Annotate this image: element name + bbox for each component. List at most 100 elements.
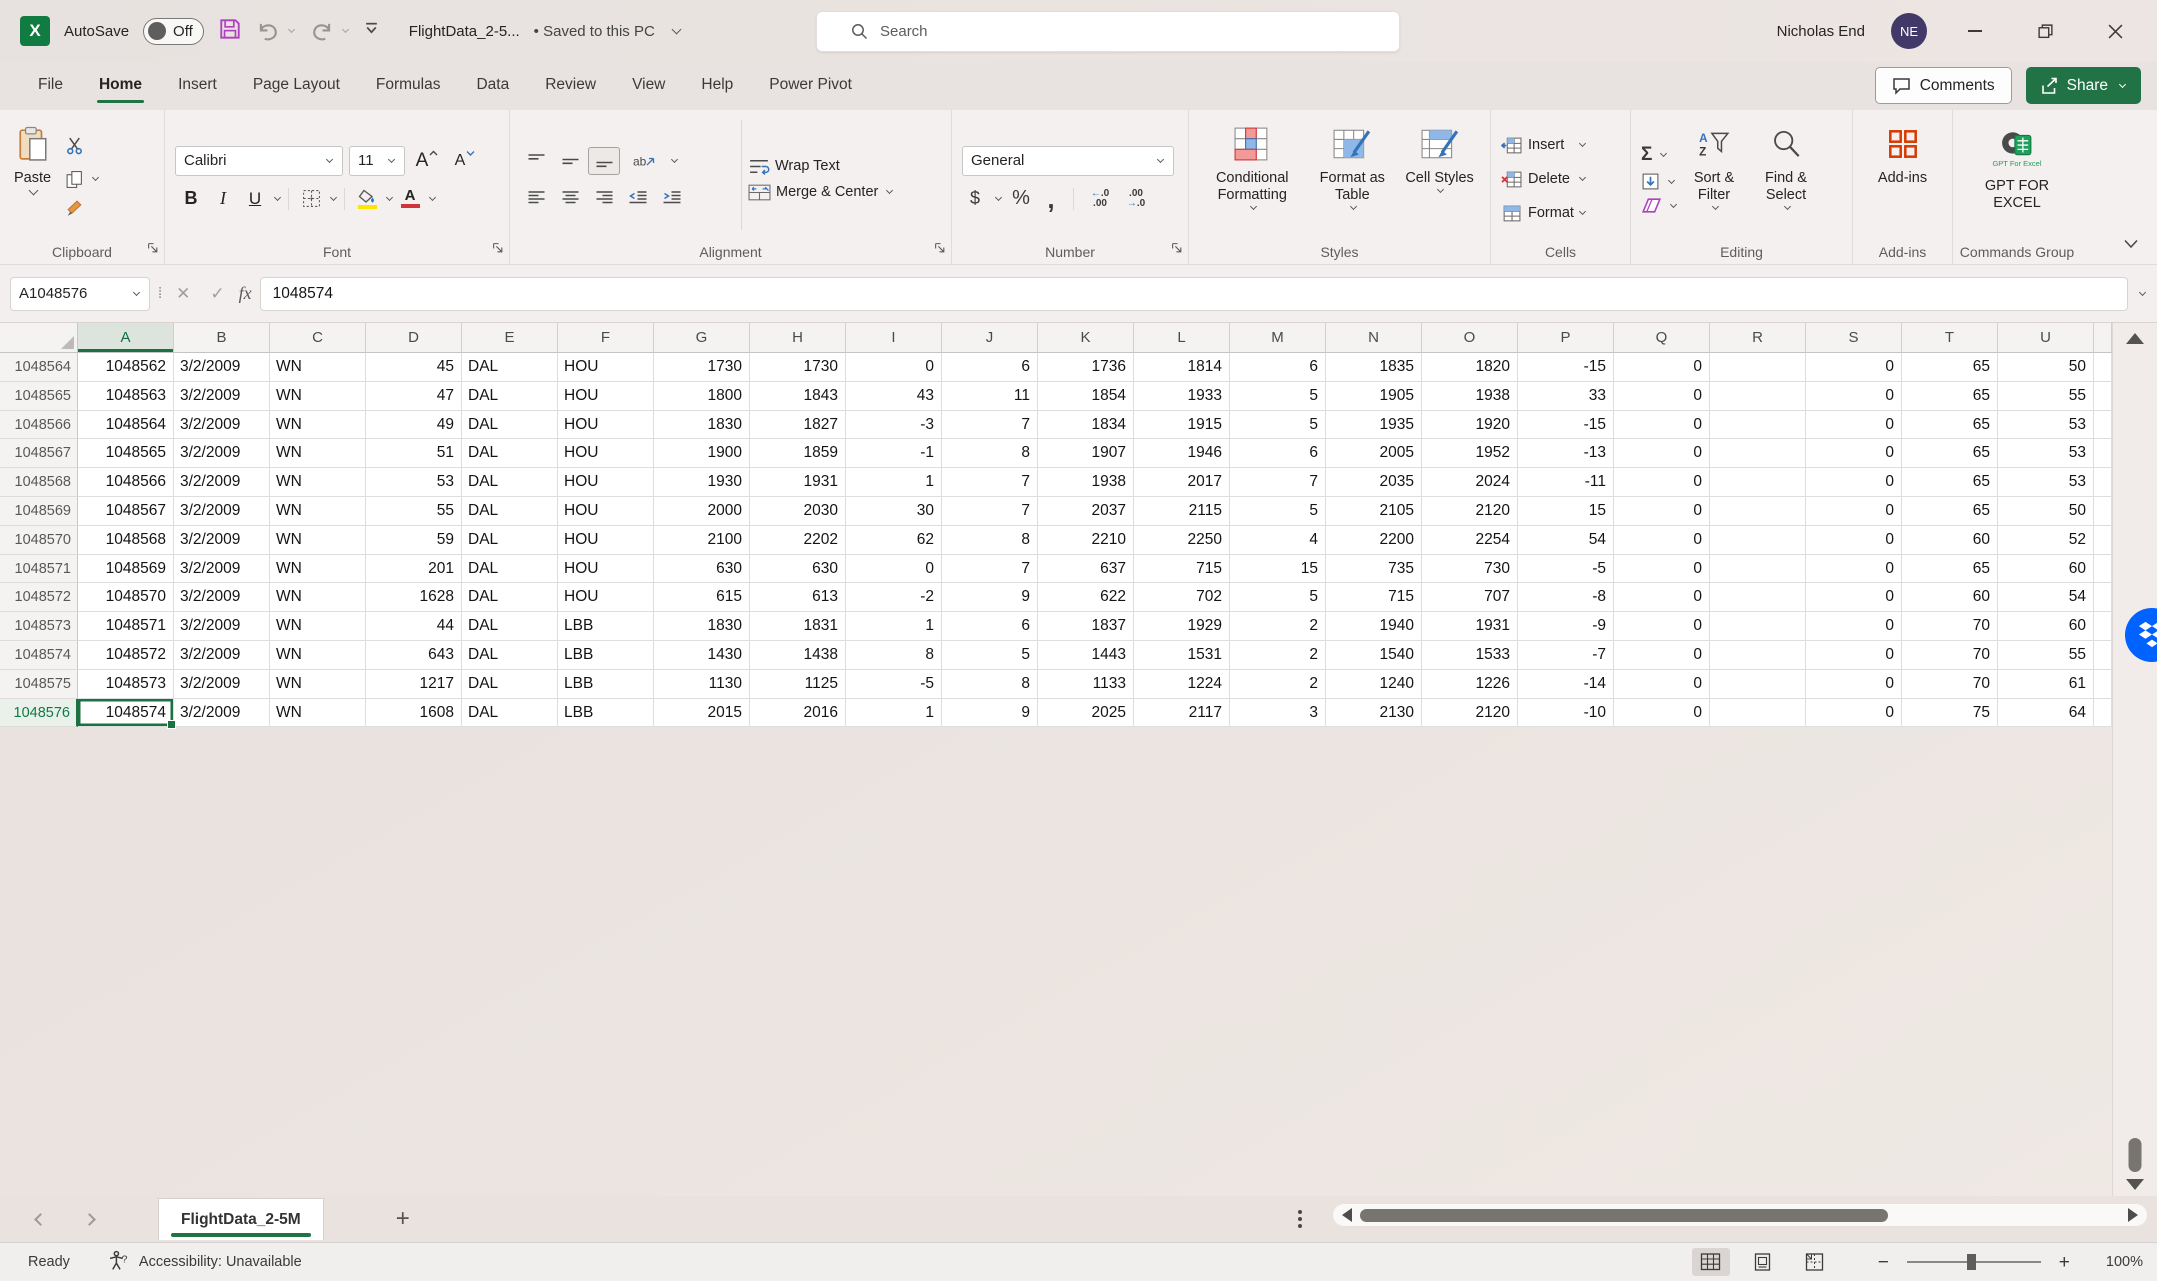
cell-I1048564[interactable]: 0 — [846, 353, 942, 382]
tab-home[interactable]: Home — [83, 66, 158, 106]
cell-R1048571[interactable] — [1710, 554, 1806, 584]
cell-T1048568[interactable]: 65 — [1902, 468, 1998, 497]
cell-C1048575[interactable]: WN — [270, 669, 366, 699]
cell-J1048574[interactable]: 5 — [942, 640, 1038, 670]
cell-L1048569[interactable]: 2115 — [1134, 496, 1230, 526]
align-top-button[interactable] — [520, 147, 552, 175]
row-header-1048564[interactable]: 1048564 — [0, 353, 78, 382]
cell-J1048569[interactable]: 7 — [942, 496, 1038, 526]
cell-I1048573[interactable]: 1 — [846, 612, 942, 641]
cell-E1048574[interactable]: DAL — [462, 640, 558, 670]
cell-H1048567[interactable]: 1859 — [750, 439, 846, 469]
column-header-Q[interactable]: Q — [1614, 323, 1710, 353]
cell-E1048573[interactable]: DAL — [462, 612, 558, 641]
cell-F1048569[interactable]: HOU — [558, 496, 654, 526]
cell-F1048564[interactable]: HOU — [558, 353, 654, 382]
vertical-scroll-thumb[interactable] — [2128, 1138, 2142, 1172]
row-header-1048575[interactable]: 1048575 — [0, 669, 78, 699]
cell-G1048567[interactable]: 1900 — [654, 439, 750, 469]
formula-input[interactable]: 1048574 — [259, 276, 2128, 311]
cell-H1048566[interactable]: 1827 — [750, 410, 846, 440]
underline-button[interactable]: U — [239, 185, 271, 213]
cell-O1048568[interactable]: 2024 — [1422, 468, 1518, 497]
redo-button[interactable] — [310, 20, 350, 42]
cell-G1048571[interactable]: 630 — [654, 554, 750, 584]
column-header-R[interactable]: R — [1710, 323, 1806, 353]
cell-Q1048573[interactable]: 0 — [1614, 612, 1710, 641]
cell-I1048568[interactable]: 1 — [846, 468, 942, 497]
cell-R1048575[interactable] — [1710, 669, 1806, 699]
cell-C1048569[interactable]: WN — [270, 496, 366, 526]
tab-view[interactable]: View — [616, 66, 681, 106]
cell-D1048576[interactable]: 1608 — [366, 698, 462, 728]
cell-styles-button[interactable]: Cell Styles — [1399, 118, 1480, 240]
cell-G1048574[interactable]: 1430 — [654, 640, 750, 670]
cell-J1048565[interactable]: 11 — [942, 381, 1038, 411]
increase-indent-button[interactable] — [656, 184, 688, 212]
cell-R1048574[interactable] — [1710, 640, 1806, 670]
cell-L1048566[interactable]: 1915 — [1134, 410, 1230, 440]
column-header-N[interactable]: N — [1326, 323, 1422, 353]
row-header-1048573[interactable]: 1048573 — [0, 612, 78, 641]
cell-U1048575[interactable]: 61 — [1998, 669, 2094, 699]
scroll-right-icon[interactable] — [2128, 1208, 2138, 1222]
cell-U1048570[interactable]: 52 — [1998, 525, 2094, 555]
save-icon[interactable] — [218, 17, 242, 46]
paste-button[interactable]: Paste — [10, 118, 55, 240]
column-header-O[interactable]: O — [1422, 323, 1518, 353]
cell-D1048571[interactable]: 201 — [366, 554, 462, 584]
cell-B1048570[interactable]: 3/2/2009 — [174, 525, 270, 555]
column-header-S[interactable]: S — [1806, 323, 1902, 353]
decrease-font-button[interactable]: A — [449, 147, 481, 175]
cell-G1048569[interactable]: 2000 — [654, 496, 750, 526]
cell-Q1048564[interactable]: 0 — [1614, 353, 1710, 382]
cell-C1048573[interactable]: WN — [270, 612, 366, 641]
align-center-button[interactable] — [554, 184, 586, 212]
gpt-for-excel-button[interactable]: GPT For Excel GPT FOR EXCEL — [1963, 118, 2071, 240]
cell-K1048575[interactable]: 1133 — [1038, 669, 1134, 699]
cut-button[interactable] — [65, 136, 100, 160]
cell-T1048570[interactable]: 60 — [1902, 525, 1998, 555]
cell-N1048575[interactable]: 1240 — [1326, 669, 1422, 699]
column-header-L[interactable]: L — [1134, 323, 1230, 353]
decrease-indent-button[interactable] — [622, 184, 654, 212]
row-header-1048568[interactable]: 1048568 — [0, 468, 78, 497]
cell-J1048576[interactable]: 9 — [942, 698, 1038, 728]
cell-N1048564[interactable]: 1835 — [1326, 353, 1422, 382]
cell-A1048574[interactable]: 1048572 — [78, 640, 174, 670]
cell-H1048572[interactable]: 613 — [750, 583, 846, 613]
increase-font-button[interactable]: A — [411, 147, 443, 175]
row-header-1048574[interactable]: 1048574 — [0, 640, 78, 670]
cell-N1048565[interactable]: 1905 — [1326, 381, 1422, 411]
cell-M1048575[interactable]: 2 — [1230, 669, 1326, 699]
cell-P1048564[interactable]: -15 — [1518, 353, 1614, 382]
cell-C1048567[interactable]: WN — [270, 439, 366, 469]
column-header-F[interactable]: F — [558, 323, 654, 353]
cell-Q1048570[interactable]: 0 — [1614, 525, 1710, 555]
cell-E1048568[interactable]: DAL — [462, 468, 558, 497]
cell-T1048567[interactable]: 65 — [1902, 439, 1998, 469]
cell-K1048564[interactable]: 1736 — [1038, 353, 1134, 382]
row-header-1048576[interactable]: 1048576 — [0, 698, 78, 728]
cell-B1048574[interactable]: 3/2/2009 — [174, 640, 270, 670]
cell-N1048567[interactable]: 2005 — [1326, 439, 1422, 469]
format-cells-button[interactable]: Format — [1501, 198, 1587, 228]
cell-A1048564[interactable]: 1048562 — [78, 353, 174, 382]
cell-R1048564[interactable] — [1710, 353, 1806, 382]
cell-B1048566[interactable]: 3/2/2009 — [174, 410, 270, 440]
scroll-left-icon[interactable] — [1342, 1208, 1352, 1222]
cell-C1048576[interactable]: WN — [270, 698, 366, 728]
cell-L1048565[interactable]: 1933 — [1134, 381, 1230, 411]
cell-E1048576[interactable]: DAL — [462, 698, 558, 728]
clipboard-dialog-launcher[interactable] — [147, 241, 159, 259]
cell-I1048576[interactable]: 1 — [846, 698, 942, 728]
cell-K1048571[interactable]: 637 — [1038, 554, 1134, 584]
comments-button[interactable]: Comments — [1874, 67, 2012, 104]
horizontal-scroll-thumb[interactable] — [1360, 1208, 1888, 1222]
cell-B1048572[interactable]: 3/2/2009 — [174, 583, 270, 613]
row-header-1048572[interactable]: 1048572 — [0, 583, 78, 613]
column-header-K[interactable]: K — [1038, 323, 1134, 353]
cell-E1048572[interactable]: DAL — [462, 583, 558, 613]
cell-C1048565[interactable]: WN — [270, 381, 366, 411]
cell-J1048567[interactable]: 8 — [942, 439, 1038, 469]
